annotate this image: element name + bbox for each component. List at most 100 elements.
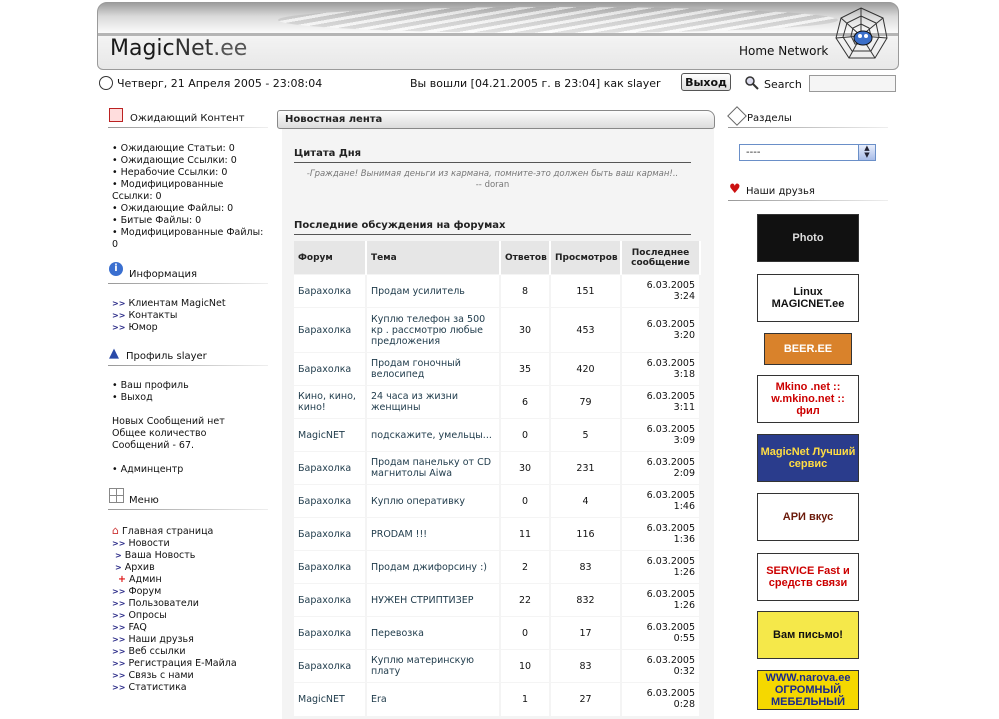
- views-cell: 83: [550, 550, 622, 584]
- menu-item-weblinks[interactable]: >> Веб ссылки: [112, 646, 237, 658]
- sections-icon: [727, 106, 747, 126]
- forum-cell[interactable]: Барахолка: [294, 352, 367, 386]
- clock-icon: [99, 76, 113, 90]
- double-arrow-icon: >>: [112, 587, 126, 596]
- friend-banner[interactable]: Вам письмо!: [757, 611, 859, 659]
- table-row[interactable]: MagicNET подскажите, умельцы... 0 5 6.03.200…: [294, 418, 701, 452]
- logout-link[interactable]: • Выход: [112, 392, 225, 404]
- forum-cell[interactable]: Барахолка: [294, 550, 367, 584]
- menu-item-contact[interactable]: >> Связь с нами: [112, 670, 237, 682]
- topic-cell[interactable]: Era: [366, 682, 501, 716]
- forum-cell[interactable]: Барахолка: [294, 484, 367, 518]
- search-input[interactable]: [809, 75, 896, 92]
- topic-cell[interactable]: Продам усилитель: [366, 274, 501, 308]
- menu-item-forum[interactable]: >> Форум: [112, 586, 237, 598]
- menu-item-polls[interactable]: >> Опросы: [112, 610, 237, 622]
- menu-item-users[interactable]: >> Пользователи: [112, 598, 237, 610]
- topic-cell[interactable]: Продам панельку от CD магнитолы Aiwa: [366, 451, 501, 485]
- menu-item-admin[interactable]: + Админ: [112, 574, 237, 586]
- friend-banner[interactable]: АРИ вкус: [757, 493, 859, 541]
- topic-cell[interactable]: Куплю телефон за 500 кр . рассмотрю любы…: [366, 307, 501, 353]
- table-row[interactable]: Барахолка Продам панельку от CD магнитолы…: [294, 451, 701, 485]
- forum-cell[interactable]: Барахолка: [294, 307, 367, 353]
- last-post-cell: 6.03.2005 0:32: [621, 649, 701, 683]
- table-row[interactable]: Барахолка Куплю оперативку 0 4 6.03.2005 1:46: [294, 484, 701, 518]
- friend-banner[interactable]: Mkino .net :: w.mkino.net :: фил: [757, 375, 859, 423]
- topic-cell[interactable]: 24 часа из жизни женщины: [366, 385, 501, 419]
- column-header: Последнее сообщение: [621, 241, 701, 275]
- friend-banner[interactable]: MagicNet Лучший сервис: [757, 434, 859, 482]
- info-link[interactable]: >> Юмор: [112, 322, 226, 334]
- forum-cell[interactable]: Барахолка: [294, 274, 367, 308]
- table-row[interactable]: Барахолка PRODAM !!! 11 116 6.03.2005 1:36: [294, 517, 701, 551]
- divider: [294, 162, 691, 163]
- list-item: • Ожидающие Статьи: 0: [112, 143, 235, 154]
- divider: [108, 283, 268, 284]
- topic-cell[interactable]: НУЖЕН СТРИПТИЗЕР: [366, 583, 501, 617]
- friend-banner[interactable]: SERVICE Fast и средств связи: [757, 553, 859, 601]
- info-link[interactable]: >> Клиентам MagicNet: [112, 298, 226, 310]
- forum-cell[interactable]: Кино, кино, кино!: [294, 385, 367, 419]
- info-link[interactable]: >> Контакты: [112, 310, 226, 322]
- table-row[interactable]: Барахолка Куплю материнскую плату 10 83 6.03…: [294, 649, 701, 683]
- last-post-date: 6.03.2005: [646, 589, 695, 600]
- menu-item-email-registration[interactable]: >> Регистрация E-Майла: [112, 658, 237, 670]
- logo-ee: .ee: [213, 36, 248, 61]
- forum-cell[interactable]: MagicNET: [294, 682, 367, 716]
- friend-banner[interactable]: WWW.narova.ee ОГРОМНЫЙ МЕБЕЛЬНЫЙ: [757, 670, 859, 710]
- forum-cell[interactable]: Барахолка: [294, 451, 367, 485]
- table-row[interactable]: Кино, кино, кино! 24 часа из жизни женщин…: [294, 385, 701, 419]
- menu-item-archive[interactable]: > Архив: [112, 562, 237, 574]
- site-logo[interactable]: MagicNet.ee: [110, 36, 247, 61]
- table-row[interactable]: Барахолка НУЖЕН СТРИПТИЗЕР 22 832 6.03.2005 1…: [294, 583, 701, 617]
- topic-cell[interactable]: Куплю оперативку: [366, 484, 501, 518]
- forum-cell[interactable]: Барахолка: [294, 649, 367, 683]
- table-row[interactable]: Барахолка Перевозка 0 17 6.03.2005 0:55: [294, 616, 701, 650]
- menu-item-statistics[interactable]: >> Статистика: [112, 682, 237, 694]
- messages-total-count: Сообщений - 67.: [112, 440, 195, 451]
- topic-cell[interactable]: Продам джифорсину :): [366, 550, 501, 584]
- spinner-arrows-icon[interactable]: ▲ ▼: [858, 145, 875, 160]
- menu-item-your-news[interactable]: > Ваша Новость: [112, 550, 237, 562]
- forum-cell[interactable]: Барахолка: [294, 583, 367, 617]
- table-row[interactable]: Барахолка Продам джифорсину :) 2 83 6.03.200…: [294, 550, 701, 584]
- arrow-icon: >: [115, 551, 122, 560]
- friend-banner[interactable]: Linux MAGICNET.ee: [757, 274, 859, 322]
- views-cell: 453: [550, 307, 622, 353]
- last-post-cell: 6.03.2005 0:28: [621, 682, 701, 716]
- replies-cell: 30: [500, 451, 551, 485]
- views-cell: 4: [550, 484, 622, 518]
- friend-banner[interactable]: Photo: [757, 214, 859, 262]
- last-post-date: 6.03.2005: [646, 424, 695, 435]
- table-row[interactable]: MagicNET Era 1 27 6.03.2005 0:28: [294, 682, 701, 716]
- menu-item-home[interactable]: ⌂ Главная страница: [112, 525, 237, 538]
- forum-cell[interactable]: MagicNET: [294, 418, 367, 452]
- topic-cell[interactable]: Перевозка: [366, 616, 501, 650]
- friend-banner[interactable]: BEER.EE: [764, 333, 852, 365]
- logo-magic: Magic: [110, 36, 175, 61]
- admin-center-link[interactable]: • Админцентр: [112, 464, 225, 476]
- topic-cell[interactable]: подскажите, умельцы...: [366, 418, 501, 452]
- menu-item-friends[interactable]: >> Наши друзья: [112, 634, 237, 646]
- topic-cell[interactable]: Продам гоночный велосипед: [366, 352, 501, 386]
- table-row[interactable]: Барахолка Продам гоночный велосипед 35 420 6…: [294, 352, 701, 386]
- sections-select[interactable]: ---- ▲ ▼: [739, 144, 876, 161]
- logout-button[interactable]: Выход: [681, 73, 731, 91]
- profile-link[interactable]: • Ваш профиль: [112, 380, 225, 392]
- table-row[interactable]: Барахолка Куплю телефон за 500 кр . рассм…: [294, 307, 701, 353]
- friend-banner-text: Вам письмо!: [773, 629, 843, 641]
- menu-item-news[interactable]: >> Новости: [112, 538, 237, 550]
- topic-cell[interactable]: PRODAM !!!: [366, 517, 501, 551]
- divider: [108, 509, 268, 510]
- table-row[interactable]: Барахолка Продам усилитель 8 151 6.03.2005 3:…: [294, 274, 701, 308]
- menu-title: Меню: [129, 495, 159, 506]
- column-header: Форум: [294, 241, 367, 275]
- topic-cell[interactable]: Куплю материнскую плату: [366, 649, 501, 683]
- menu-item-faq[interactable]: >> FAQ: [112, 622, 237, 634]
- last-post-cell: 6.03.2005 3:24: [621, 274, 701, 308]
- pending-content-title: Ожидающий Контент: [130, 113, 245, 124]
- friend-banner-text: WWW.narova.ee ОГРОМНЫЙ МЕБЕЛЬНЫЙ: [765, 672, 851, 708]
- forum-cell[interactable]: Барахолка: [294, 517, 367, 551]
- views-cell: 5: [550, 418, 622, 452]
- forum-cell[interactable]: Барахолка: [294, 616, 367, 650]
